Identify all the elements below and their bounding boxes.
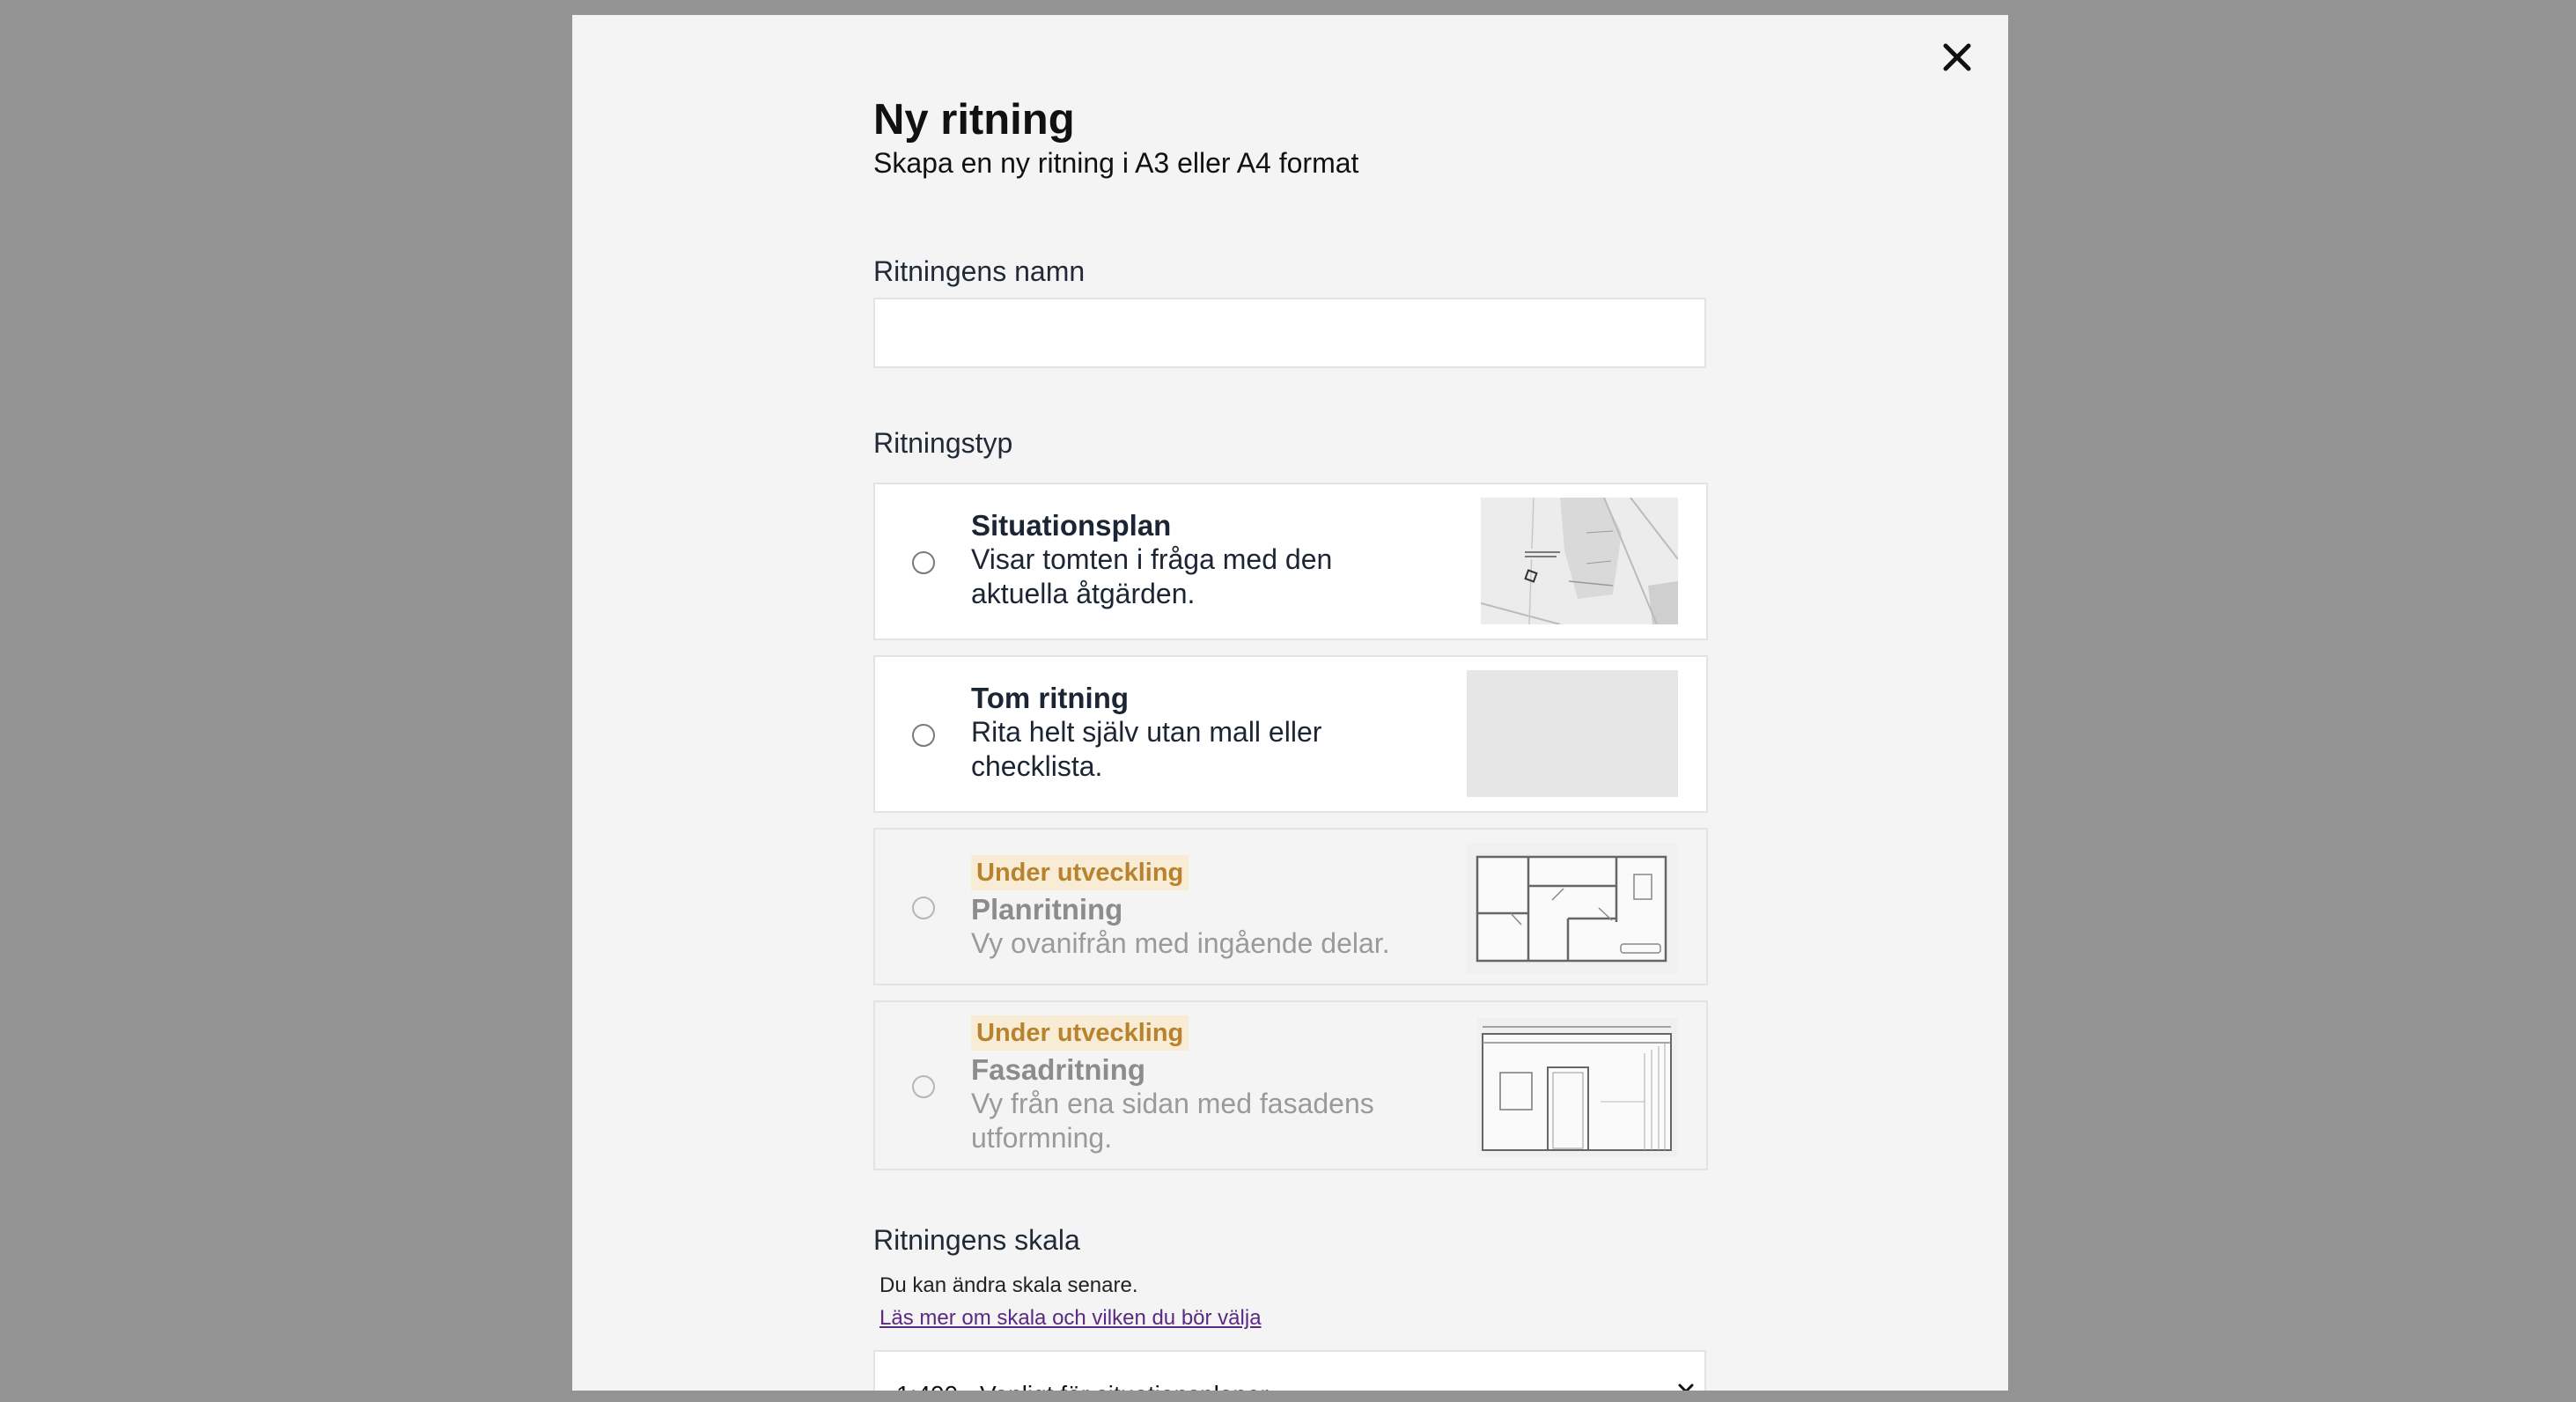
option-title: Situationsplan <box>971 509 1172 542</box>
dialog-content: Ny ritning Skapa en ny ritning i A3 elle… <box>873 94 1708 1391</box>
option-tom-ritning[interactable]: Tom ritning Rita helt själv utan mall el… <box>873 655 1708 813</box>
option-description: Vy ovanifrån med ingående delar. <box>971 927 1390 959</box>
dialog-subtitle: Skapa en ny ritning i A3 eller A4 format <box>873 147 1359 179</box>
option-description: Vy från ena sidan med fasadens utformnin… <box>971 1088 1374 1154</box>
close-button[interactable] <box>1935 35 1979 79</box>
facade-drawing-icon <box>1477 1018 1678 1157</box>
scale-select[interactable]: 1:400 - Vanligt för situationsplaner <box>873 1350 1706 1391</box>
drawing-type-label: Ritningstyp <box>873 427 1013 459</box>
chevron-down-icon <box>1678 1384 1694 1391</box>
option-title: Tom ritning <box>971 682 1130 714</box>
scale-hint: Du kan ändra skala senare. <box>880 1273 1138 1297</box>
scale-select-value: 1:400 - Vanligt för situationsplaner <box>896 1381 1269 1391</box>
scale-label: Ritningens skala <box>873 1224 1080 1256</box>
close-icon <box>1943 43 1971 71</box>
floor-plan-icon <box>1467 843 1678 974</box>
name-field-label: Ritningens namn <box>873 255 1086 287</box>
option-title: Fasadritning <box>971 1053 1146 1086</box>
blank-drawing-icon <box>1467 670 1678 797</box>
status-badge: Under utveckling <box>971 855 1189 890</box>
option-description: Visar tomten i fråga med den aktuella åt… <box>971 543 1333 609</box>
radio-fasadritning <box>912 1075 935 1098</box>
option-situationsplan[interactable]: Situationsplan Visar tomten i fråga med … <box>873 483 1708 640</box>
radio-planritning <box>912 897 935 919</box>
option-fasadritning: Under utveckling Fasadritning Vy från en… <box>873 1000 1708 1170</box>
option-planritning: Under utveckling Planritning Vy ovanifrå… <box>873 828 1708 985</box>
dialog-title: Ny ritning <box>873 96 1075 144</box>
drawing-name-input[interactable] <box>873 298 1706 368</box>
radio-tom-ritning[interactable] <box>912 724 935 747</box>
option-title: Planritning <box>971 893 1123 926</box>
scale-info-link[interactable]: Läs mer om skala och vilken du bör välja <box>880 1306 1262 1331</box>
option-description: Rita helt själv utan mall eller checklis… <box>971 716 1322 782</box>
radio-situationsplan[interactable] <box>912 551 935 574</box>
site-plan-map-icon <box>1481 498 1678 624</box>
status-badge: Under utveckling <box>971 1015 1189 1051</box>
new-drawing-dialog: Ny ritning Skapa en ny ritning i A3 elle… <box>572 15 2008 1391</box>
